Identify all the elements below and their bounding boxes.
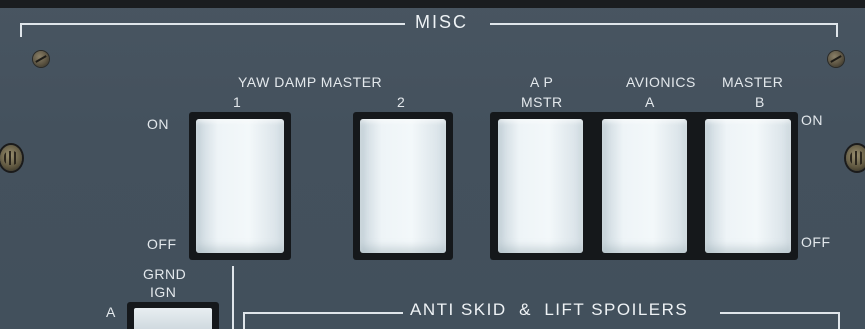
on-label-right: ON: [801, 112, 823, 128]
misc-switch-panel: MISC YAW DAMP MASTER 1 2 A P MSTR AVIONI…: [0, 0, 865, 329]
grnd-ign-a-switch[interactable]: [134, 308, 212, 329]
master-b-label: B: [755, 94, 765, 110]
avionics-a-label: A: [645, 94, 655, 110]
misc-frame-left: [20, 23, 22, 37]
anti-skid-frame-left: [243, 312, 245, 329]
yaw-damp-1-switch[interactable]: [196, 119, 284, 253]
divider-vertical: [232, 266, 234, 329]
ap-label-line1: A P: [530, 74, 554, 90]
ap-label-line2: MSTR: [521, 94, 563, 110]
master-label: MASTER: [722, 74, 784, 90]
ap-mstr-switch[interactable]: [498, 119, 583, 253]
grnd-ign-label-line2: IGN: [150, 284, 177, 300]
anti-skid-title: ANTI SKID & LIFT SPOILERS: [410, 300, 689, 319]
misc-frame-top-right: [490, 23, 838, 25]
misc-frame-right: [836, 23, 838, 37]
screw-icon: [828, 51, 844, 67]
yaw-damp-2-label: 2: [397, 94, 406, 110]
anti-skid-frame-top-right: [720, 312, 840, 314]
misc-frame-top-left: [20, 23, 405, 25]
off-label-right: OFF: [801, 234, 831, 250]
off-label-left: OFF: [147, 236, 177, 252]
yaw-damp-master-label: YAW DAMP MASTER: [238, 74, 383, 90]
grnd-ign-a-label: A: [106, 304, 116, 320]
grnd-ign-label-line1: GRND: [143, 266, 187, 282]
panel-top-edge: [0, 0, 865, 8]
screw-icon: [33, 51, 49, 67]
on-label-left: ON: [147, 116, 169, 132]
avionics-a-switch[interactable]: [602, 119, 687, 253]
anti-skid-frame-right: [838, 312, 840, 329]
avionics-label: AVIONICS: [626, 74, 696, 90]
yaw-damp-1-label: 1: [233, 94, 242, 110]
avionics-master-b-switch[interactable]: [705, 119, 791, 253]
screw-icon: [846, 145, 865, 171]
screw-icon: [0, 145, 22, 171]
misc-title: MISC: [415, 12, 468, 32]
anti-skid-frame-top-left: [243, 312, 403, 314]
yaw-damp-2-switch[interactable]: [360, 119, 446, 253]
